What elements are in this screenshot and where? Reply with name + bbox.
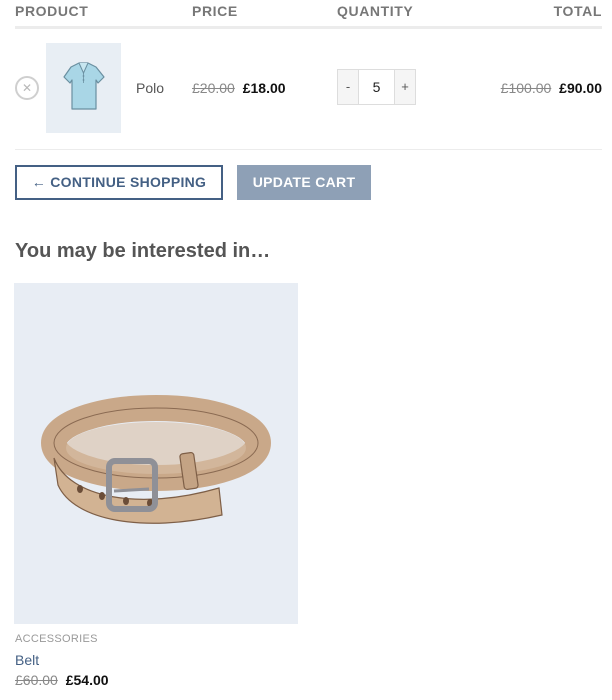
- total-original: £100.00: [500, 80, 552, 96]
- related-product-category: ACCESSORIES: [15, 633, 98, 645]
- continue-shopping-button[interactable]: ← CONTINUE SHOPPING: [15, 165, 223, 200]
- update-cart-button[interactable]: UPDATE CART: [237, 165, 371, 200]
- related-products-heading: You may be interested in…: [15, 240, 271, 262]
- cart-item-price: £20.00 £18.00: [192, 80, 286, 96]
- header-price: PRICE: [192, 3, 238, 19]
- header-product: PRODUCT: [15, 3, 89, 19]
- related-product-price: £60.00 £54.00: [15, 672, 109, 688]
- quantity-decrease-button[interactable]: -: [338, 70, 359, 104]
- quantity-stepper: - +: [337, 69, 416, 105]
- header-total: TOTAL: [553, 3, 602, 19]
- header-quantity: QUANTITY: [337, 3, 414, 19]
- quantity-input[interactable]: [359, 70, 394, 104]
- related-price-sale: £54.00: [65, 672, 109, 688]
- belt-icon[interactable]: [14, 283, 298, 624]
- cart-item-total: £100.00 £90.00: [501, 80, 602, 96]
- quantity-increase-button[interactable]: +: [394, 70, 415, 104]
- remove-item-icon[interactable]: ✕: [15, 76, 39, 100]
- price-original: £20.00: [192, 80, 235, 96]
- cart-product-name[interactable]: Polo: [136, 80, 164, 96]
- related-price-original: £60.00: [15, 672, 58, 688]
- related-product-name[interactable]: Belt: [15, 652, 39, 668]
- cart-item-row: ✕ Polo £20.00 £18.00 - + £100.00 £90.00: [15, 29, 602, 150]
- total-sale: £90.00: [559, 80, 602, 96]
- cart-table-header: PRODUCT PRICE QUANTITY TOTAL: [15, 0, 602, 29]
- price-sale: £18.00: [242, 80, 286, 96]
- polo-shirt-icon[interactable]: [46, 43, 121, 133]
